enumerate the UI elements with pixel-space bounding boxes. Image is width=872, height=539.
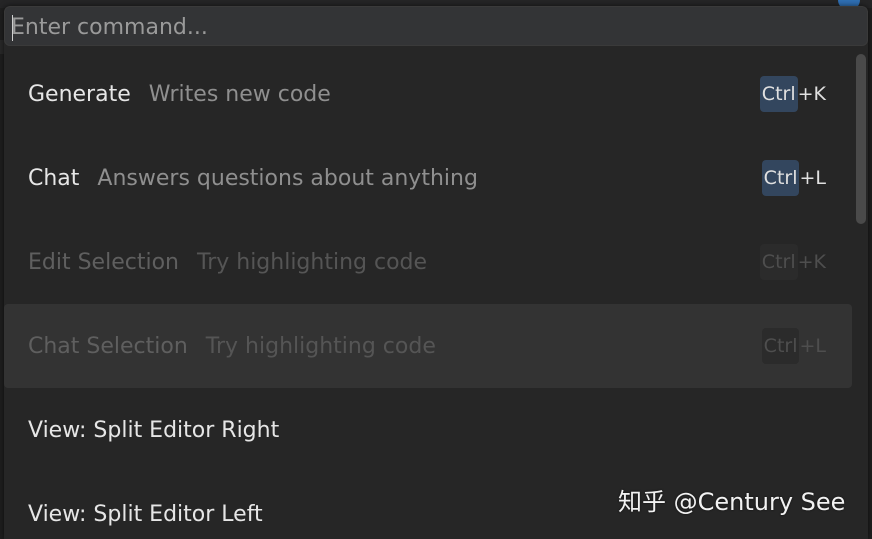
command-description: Writes new code xyxy=(148,81,331,107)
editor-window: Generate Writes new code Ctrl + K Chat A… xyxy=(0,0,872,539)
keyboard-shortcut: Ctrl + K xyxy=(759,76,826,112)
command-item-split-editor-right[interactable]: View: Split Editor Right xyxy=(4,388,852,472)
shortcut-separator: + xyxy=(799,167,816,189)
command-title: View: Split Editor Right xyxy=(28,417,280,443)
command-title: View: Split Editor Left xyxy=(28,501,263,527)
command-list: Generate Writes new code Ctrl + K Chat A… xyxy=(4,52,852,539)
command-title: Generate xyxy=(28,81,131,107)
shortcut-modifier-key: Ctrl xyxy=(759,244,798,280)
shortcut-modifier-key: Ctrl xyxy=(761,328,800,364)
text-caret xyxy=(12,15,13,41)
command-title: Edit Selection xyxy=(28,249,179,275)
command-description: Try highlighting code xyxy=(196,249,428,275)
shortcut-modifier-key: Ctrl xyxy=(759,76,798,112)
command-description: Try highlighting code xyxy=(205,333,436,359)
keyboard-shortcut: Ctrl + K xyxy=(759,244,826,280)
shortcut-separator: + xyxy=(797,251,814,273)
command-item-generate[interactable]: Generate Writes new code Ctrl + K xyxy=(4,52,852,136)
shortcut-key: L xyxy=(815,167,826,189)
command-item-chat[interactable]: Chat Answers questions about anything Ct… xyxy=(4,136,852,220)
shortcut-separator: + xyxy=(797,83,814,105)
command-description: Answers questions about anything xyxy=(97,165,478,191)
command-item-edit-selection[interactable]: Edit Selection Try highlighting code Ctr… xyxy=(4,220,852,304)
watermark-text: 知乎 @Century See xyxy=(618,488,846,516)
command-input[interactable] xyxy=(11,11,851,43)
shortcut-key: K xyxy=(813,83,826,105)
list-scrollbar[interactable] xyxy=(856,54,866,224)
command-palette: Generate Writes new code Ctrl + K Chat A… xyxy=(4,6,868,539)
command-input-box[interactable] xyxy=(4,6,868,46)
command-title: Chat Selection xyxy=(28,333,188,359)
shortcut-modifier-key: Ctrl xyxy=(761,160,800,196)
shortcut-separator: + xyxy=(799,335,816,357)
command-item-chat-selection[interactable]: Chat Selection Try highlighting code Ctr… xyxy=(4,304,852,388)
command-title: Chat xyxy=(28,165,80,191)
shortcut-key: L xyxy=(815,335,826,357)
shortcut-key: K xyxy=(813,251,826,273)
keyboard-shortcut: Ctrl + L xyxy=(761,160,826,196)
keyboard-shortcut: Ctrl + L xyxy=(761,328,826,364)
